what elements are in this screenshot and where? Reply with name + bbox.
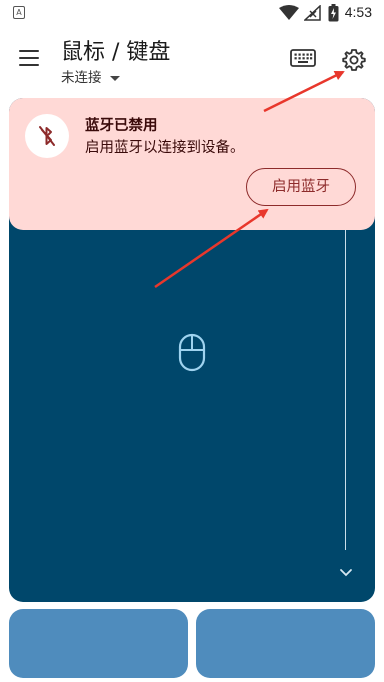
bluetooth-disabled-icon: [25, 114, 69, 158]
right-click-button[interactable]: [196, 609, 375, 678]
status-bar: A 4:53: [0, 0, 384, 28]
mouse-icon: [178, 333, 206, 372]
enable-bluetooth-button[interactable]: 启用蓝牙: [246, 168, 356, 206]
bluetooth-disabled-banner: 蓝牙已禁用 启用蓝牙以连接到设备。 启用蓝牙: [9, 98, 375, 230]
wifi-icon: [279, 5, 299, 20]
clock: 4:53: [344, 4, 372, 20]
dropdown-arrow-icon: [109, 75, 120, 81]
app-toolbar: 鼠标 / 键盘 未连接: [0, 28, 384, 92]
connection-status: 未连接: [61, 70, 102, 86]
banner-title: 蓝牙已禁用: [85, 118, 158, 134]
signal-icon: [304, 5, 321, 21]
battery-icon: [328, 4, 339, 22]
left-click-button[interactable]: [9, 609, 188, 678]
scroll-track[interactable]: [345, 228, 346, 550]
banner-message: 启用蓝牙以连接到设备。: [85, 140, 245, 156]
chevron-down-icon[interactable]: [339, 568, 353, 578]
app-indicator-icon: A: [13, 6, 25, 19]
page-title: 鼠标 / 键盘: [61, 40, 171, 65]
connection-dropdown[interactable]: 未连接: [61, 66, 120, 86]
gear-icon[interactable]: [342, 48, 366, 72]
keyboard-icon[interactable]: [290, 48, 316, 68]
menu-icon[interactable]: [19, 50, 39, 66]
